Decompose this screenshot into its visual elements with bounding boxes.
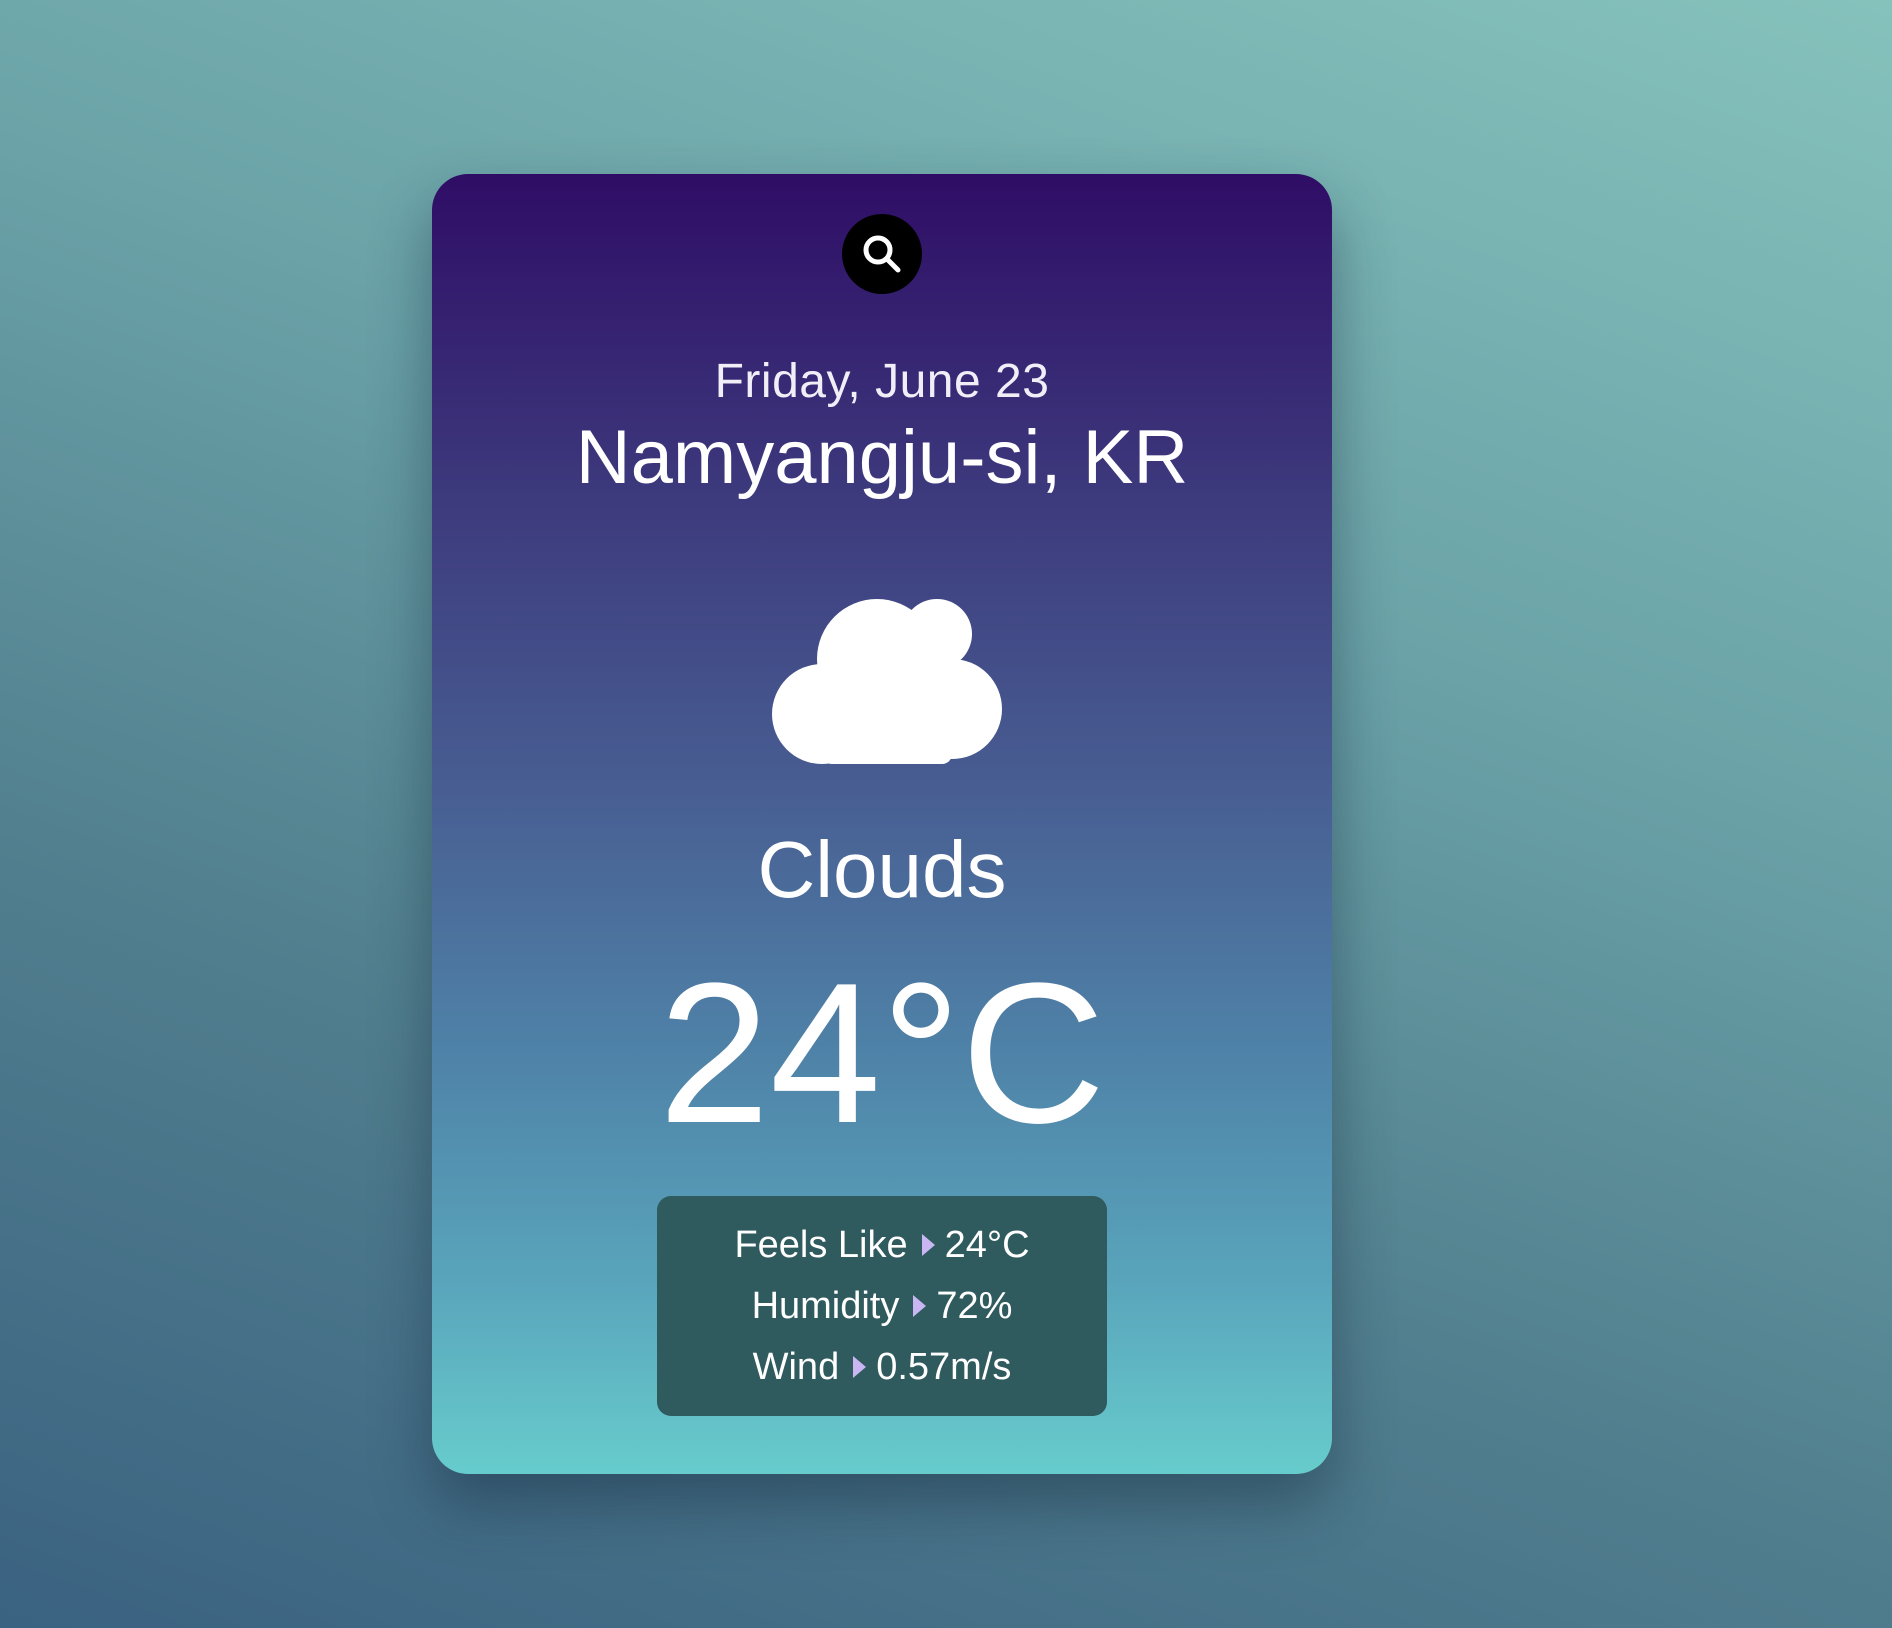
detail-value: 72%: [936, 1284, 1013, 1327]
detail-label: Wind: [752, 1345, 840, 1388]
cloud-icon: [772, 599, 1002, 764]
location-title: Namyangju-si, KR: [575, 415, 1189, 500]
caret-right-icon: [921, 1234, 935, 1256]
weather-card: Friday, June 23 Namyangju-si, KR Clouds …: [432, 174, 1332, 1474]
search-button[interactable]: [842, 214, 922, 294]
detail-feels-like: Feels Like 24°C: [734, 1224, 1029, 1267]
caret-right-icon: [913, 1295, 927, 1317]
search-icon: [863, 235, 901, 273]
caret-right-icon: [853, 1356, 867, 1378]
detail-value: 0.57m/s: [876, 1345, 1012, 1388]
weather-details-panel: Feels Like 24°C Humidity 72% Wind 0.57m/…: [657, 1196, 1107, 1416]
detail-humidity: Humidity 72%: [752, 1285, 1013, 1328]
detail-value: 24°C: [944, 1223, 1030, 1266]
detail-label: Humidity: [751, 1284, 900, 1327]
date-label: Friday, June 23: [714, 355, 1050, 408]
temperature-display: 24°C: [658, 942, 1106, 1165]
detail-label: Feels Like: [734, 1223, 908, 1266]
detail-wind: Wind 0.57m/s: [753, 1346, 1012, 1389]
weather-condition: Clouds: [757, 825, 1007, 914]
